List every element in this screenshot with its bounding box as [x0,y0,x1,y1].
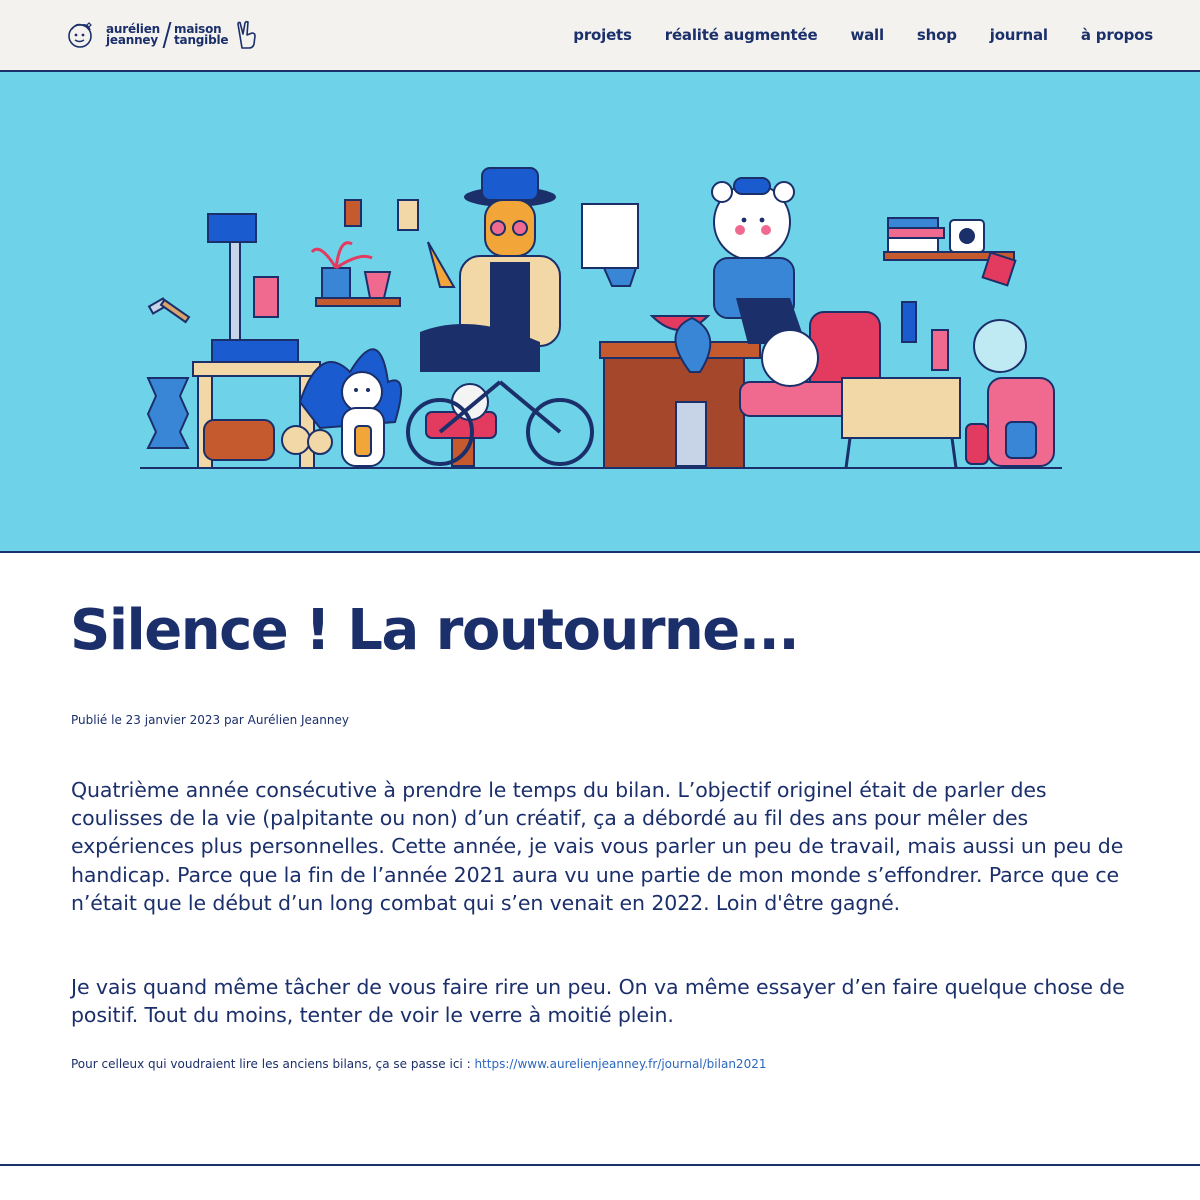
nav-item-a-propos[interactable]: à propos [1081,26,1153,44]
nav-item-journal[interactable]: journal [990,26,1048,44]
footer-divider [0,1164,1200,1166]
face-logo-icon [68,22,92,48]
nav-item-realite-augmentee[interactable]: réalité augmentée [665,26,818,44]
logo-name-block: aurélien jeanney [106,23,160,47]
logo-line: jeanney [106,33,158,47]
nav-item-shop[interactable]: shop [917,26,957,44]
logo-line: tangible [174,33,229,47]
hero-banner [0,72,1200,553]
archive-note-text: Pour celleux qui voudraient lire les anc… [71,1057,475,1071]
nav-item-wall[interactable]: wall [850,26,884,44]
stacked-vase-illustration [146,377,190,449]
main-nav: projets réalité augmentée wall shop jour… [573,0,1153,70]
logo-divider [162,22,172,48]
article-title: Silence ! La routourne... [70,598,800,663]
article-paragraph: Je vais quand même tâcher de vous faire … [71,975,1125,1028]
site-header: aurélien jeanney maison tangible projets… [0,0,1200,72]
site-logo[interactable]: aurélien jeanney maison tangible [66,18,260,52]
article-paragraph: Quatrième année consécutive à prendre le… [71,778,1124,915]
article-meta: Publié le 23 janvier 2023 par Aurélien J… [71,713,349,727]
archive-note: Pour celleux qui voudraient lire les anc… [71,1057,766,1071]
logo-brand-block: maison tangible [174,23,229,47]
nav-item-projets[interactable]: projets [573,26,632,44]
illustration-workshop-scene [140,167,1062,469]
peace-hand-icon [237,20,257,49]
archive-link[interactable]: https://www.aurelienjeanney.fr/journal/b… [474,1057,766,1071]
